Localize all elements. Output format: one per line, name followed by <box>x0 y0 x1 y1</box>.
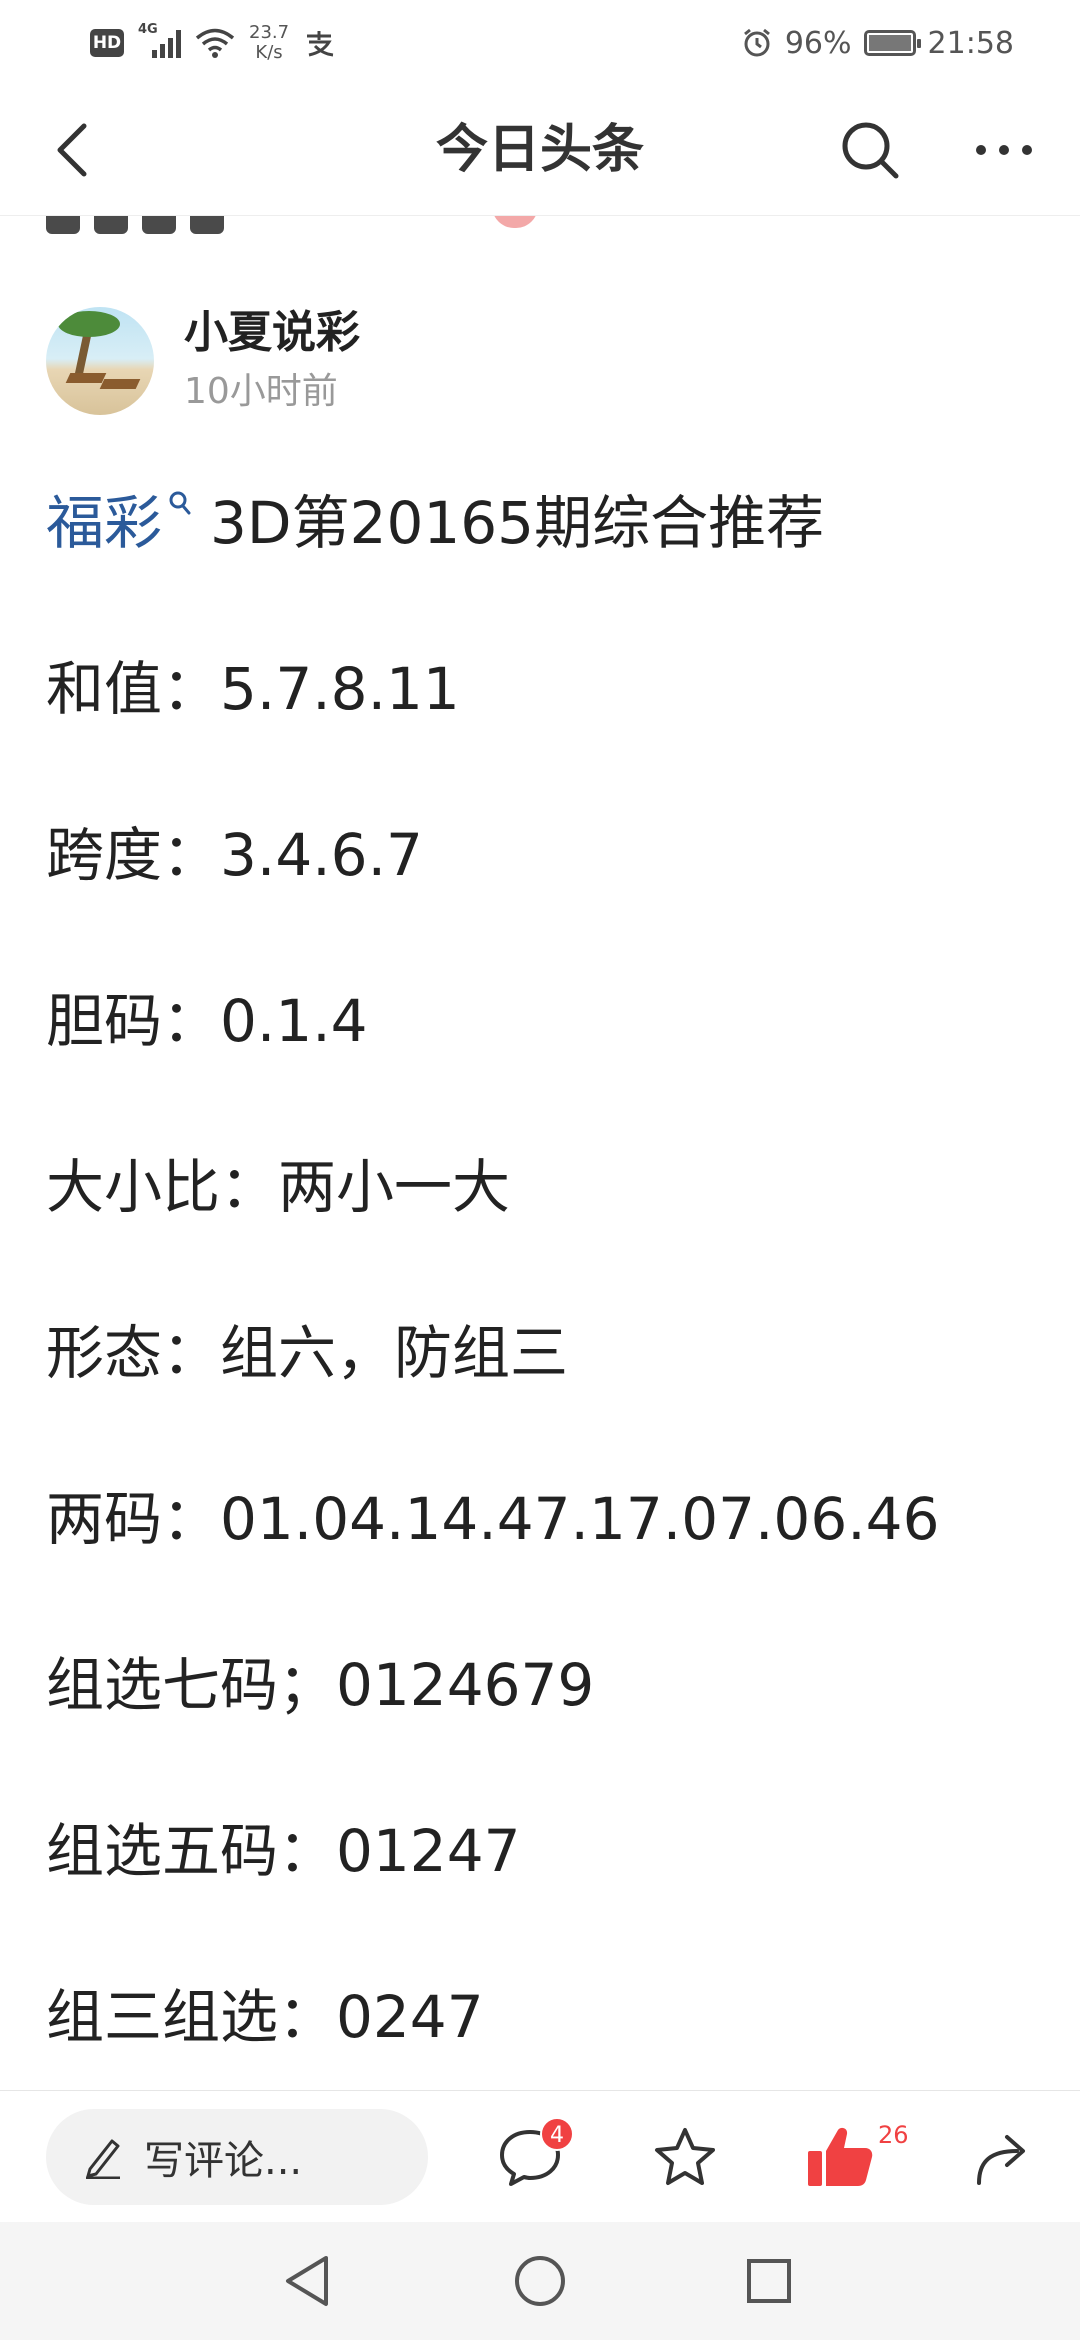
status-left: HD 4G 23.7 K/s <box>90 18 337 68</box>
article-line: 胆码：0.1.4 <box>46 987 368 1055</box>
system-recent-apps-button[interactable] <box>734 2246 804 2316</box>
article-line: 组选七码；0124679 <box>46 1651 595 1719</box>
headline-text: 3D第20165期综合推荐 <box>210 489 825 557</box>
wifi-icon <box>195 28 235 58</box>
comment-count-badge: 4 <box>540 2117 574 2151</box>
comment-placeholder: 写评论... <box>144 2138 303 2184</box>
cellular-signal-icon: 4G <box>138 22 181 58</box>
article-content[interactable]: 小夏说彩 10小时前 福彩 3D第20165期综合推荐 和值：5.7.8.11 跨… <box>0 216 1080 2090</box>
author-info: 小夏说彩 10小时前 <box>184 305 360 417</box>
article-line: 大小比：两小一大 <box>46 1153 511 1221</box>
system-home-button[interactable] <box>505 2246 575 2316</box>
alipay-icon <box>307 31 334 57</box>
post-time: 10小时前 <box>184 371 338 412</box>
like-count: 26 <box>878 2121 909 2149</box>
network-speed: 23.7 K/s <box>249 22 290 63</box>
network-type: 4G <box>138 22 158 37</box>
article-line: 和值：5.7.8.11 <box>46 655 460 723</box>
top-nav-bar: 今日头条 <box>0 84 1080 216</box>
author-name[interactable]: 小夏说彩 <box>184 305 360 361</box>
search-button[interactable] <box>834 114 906 186</box>
circle-home-icon <box>515 2256 565 2306</box>
avatar[interactable] <box>46 307 154 415</box>
hd-badge: HD <box>90 29 124 57</box>
article-line: 两码：01.04.14.47.17.07.06.46 <box>46 1485 940 1553</box>
clipped-text-line <box>46 216 566 234</box>
like-button[interactable] <box>800 2117 880 2197</box>
comment-input[interactable]: 写评论... <box>46 2109 428 2205</box>
article-line: 组三组选：0247 <box>46 1983 484 2051</box>
system-nav-bar <box>0 2222 1080 2340</box>
search-icon <box>842 122 899 179</box>
square-recents-icon <box>747 2259 791 2303</box>
share-button[interactable] <box>964 2117 1044 2197</box>
bottom-action-bar: 写评论... 4 26 <box>0 2090 1080 2222</box>
status-bar: HD 4G 23.7 K/s 96% 21:58 <box>0 0 1080 84</box>
keyword-link[interactable]: 福彩 <box>46 489 162 557</box>
thumbs-up-icon <box>808 2127 873 2186</box>
share-arrow-icon <box>977 2135 1025 2185</box>
alarm-icon <box>743 28 770 57</box>
favorite-button[interactable] <box>645 2117 725 2197</box>
article-line: 形态：组六，防组三 <box>46 1319 569 1387</box>
more-button[interactable] <box>968 114 1040 186</box>
status-right: 96% 21:58 <box>741 18 1014 68</box>
more-icon <box>976 145 1032 155</box>
article-line: 组选五码：01247 <box>46 1817 521 1885</box>
page-title: 今日头条 <box>435 120 644 180</box>
keyword-search-icon[interactable] <box>168 490 192 516</box>
battery-icon <box>863 30 921 56</box>
status-time: 21:58 <box>927 25 1014 61</box>
battery-fill <box>868 35 911 51</box>
battery-percent: 96% <box>784 25 852 61</box>
pen-icon <box>86 2139 120 2179</box>
star-icon <box>655 2128 715 2185</box>
system-back-button[interactable] <box>272 2246 342 2316</box>
article-body: 福彩 3D第20165期综合推荐 和值：5.7.8.11 跨度：3.4.6.7 胆… <box>46 486 1046 2090</box>
triangle-back-icon <box>286 2256 328 2306</box>
article-line: 跨度：3.4.6.7 <box>46 821 423 889</box>
article-headline: 福彩 3D第20165期综合推荐 <box>46 486 1046 652</box>
author-block[interactable]: 小夏说彩 10小时前 <box>46 306 360 416</box>
